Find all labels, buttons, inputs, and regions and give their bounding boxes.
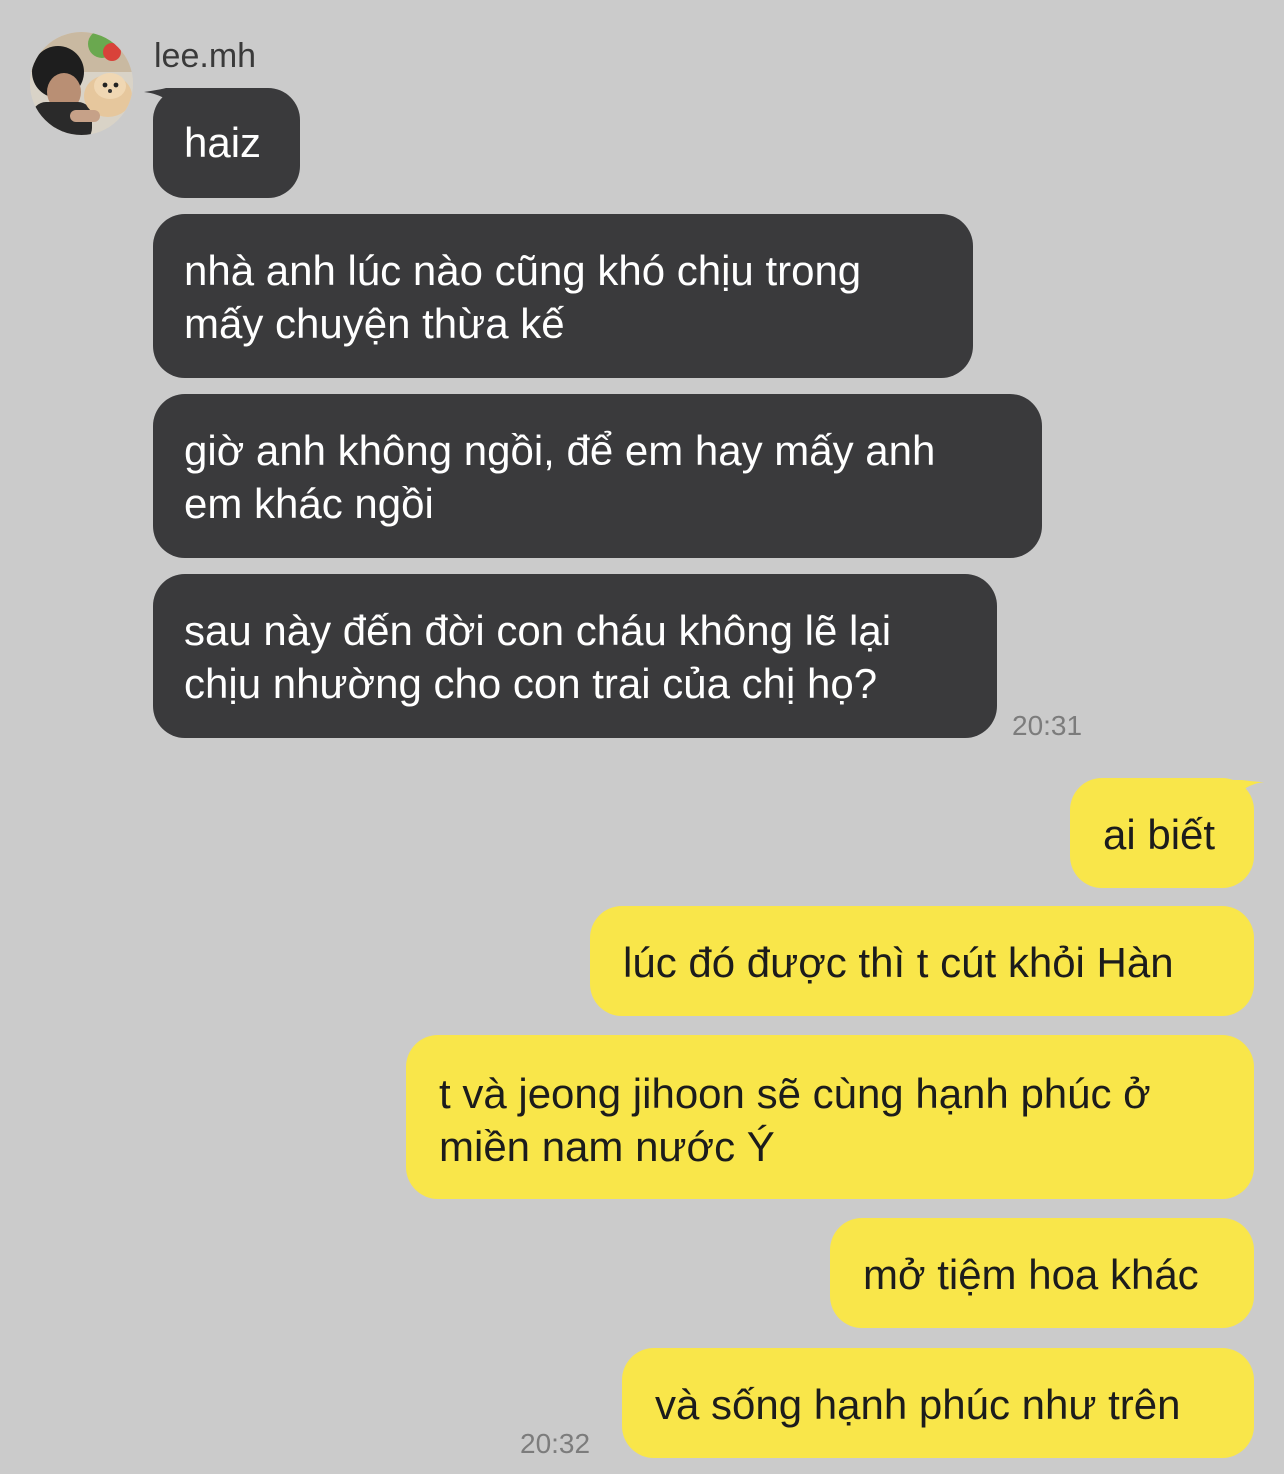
outgoing-message[interactable]: ai biết xyxy=(1070,778,1254,888)
message-text-line: mở tiệm hoa khác xyxy=(863,1251,1199,1298)
sender-name: lee.mh xyxy=(154,37,257,75)
avatar-photo-icon xyxy=(30,32,133,135)
message-text-line: lúc đó được thì t cút khỏi Hàn xyxy=(623,939,1174,986)
incoming-message[interactable]: nhà anh lúc nào cũng khó chịu trong mấy … xyxy=(153,214,973,378)
message-text-line: em khác ngồi xyxy=(184,480,434,527)
outgoing-message[interactable]: lúc đó được thì t cút khỏi Hàn xyxy=(590,906,1254,1016)
message-text-line: và sống hạnh phúc như trên xyxy=(655,1381,1181,1428)
message-text-line: ai biết xyxy=(1103,811,1216,858)
incoming-message[interactable]: haiz xyxy=(153,88,300,198)
message-text-line: haiz xyxy=(184,119,262,166)
sender-avatar[interactable] xyxy=(30,32,133,135)
message-text-line: miền nam nước Ý xyxy=(439,1123,775,1170)
message-text-line: nhà anh lúc nào cũng khó chịu trong xyxy=(184,247,862,294)
message-timestamp: 20:32 xyxy=(520,1428,591,1459)
outgoing-message[interactable]: và sống hạnh phúc như trên xyxy=(622,1348,1254,1458)
message-timestamp: 20:31 xyxy=(1012,710,1083,741)
message-text-line: mấy chuyện thừa kế xyxy=(184,300,565,347)
incoming-message[interactable]: giờ anh không ngồi, để em hay mấy anh em… xyxy=(153,394,1042,558)
message-text-line: sau này đến đời con cháu không lẽ lại xyxy=(184,607,892,654)
incoming-message[interactable]: sau này đến đời con cháu không lẽ lại ch… xyxy=(153,574,997,738)
message-text-line: giờ anh không ngồi, để em hay mấy anh xyxy=(184,427,936,474)
outgoing-message[interactable]: mở tiệm hoa khác xyxy=(830,1218,1254,1328)
message-text-line: t và jeong jihoon sẽ cùng hạnh phúc ở xyxy=(439,1070,1151,1117)
outgoing-message[interactable]: t và jeong jihoon sẽ cùng hạnh phúc ở mi… xyxy=(406,1035,1254,1199)
message-text-line: chịu nhường cho con trai của chị họ? xyxy=(184,660,878,707)
